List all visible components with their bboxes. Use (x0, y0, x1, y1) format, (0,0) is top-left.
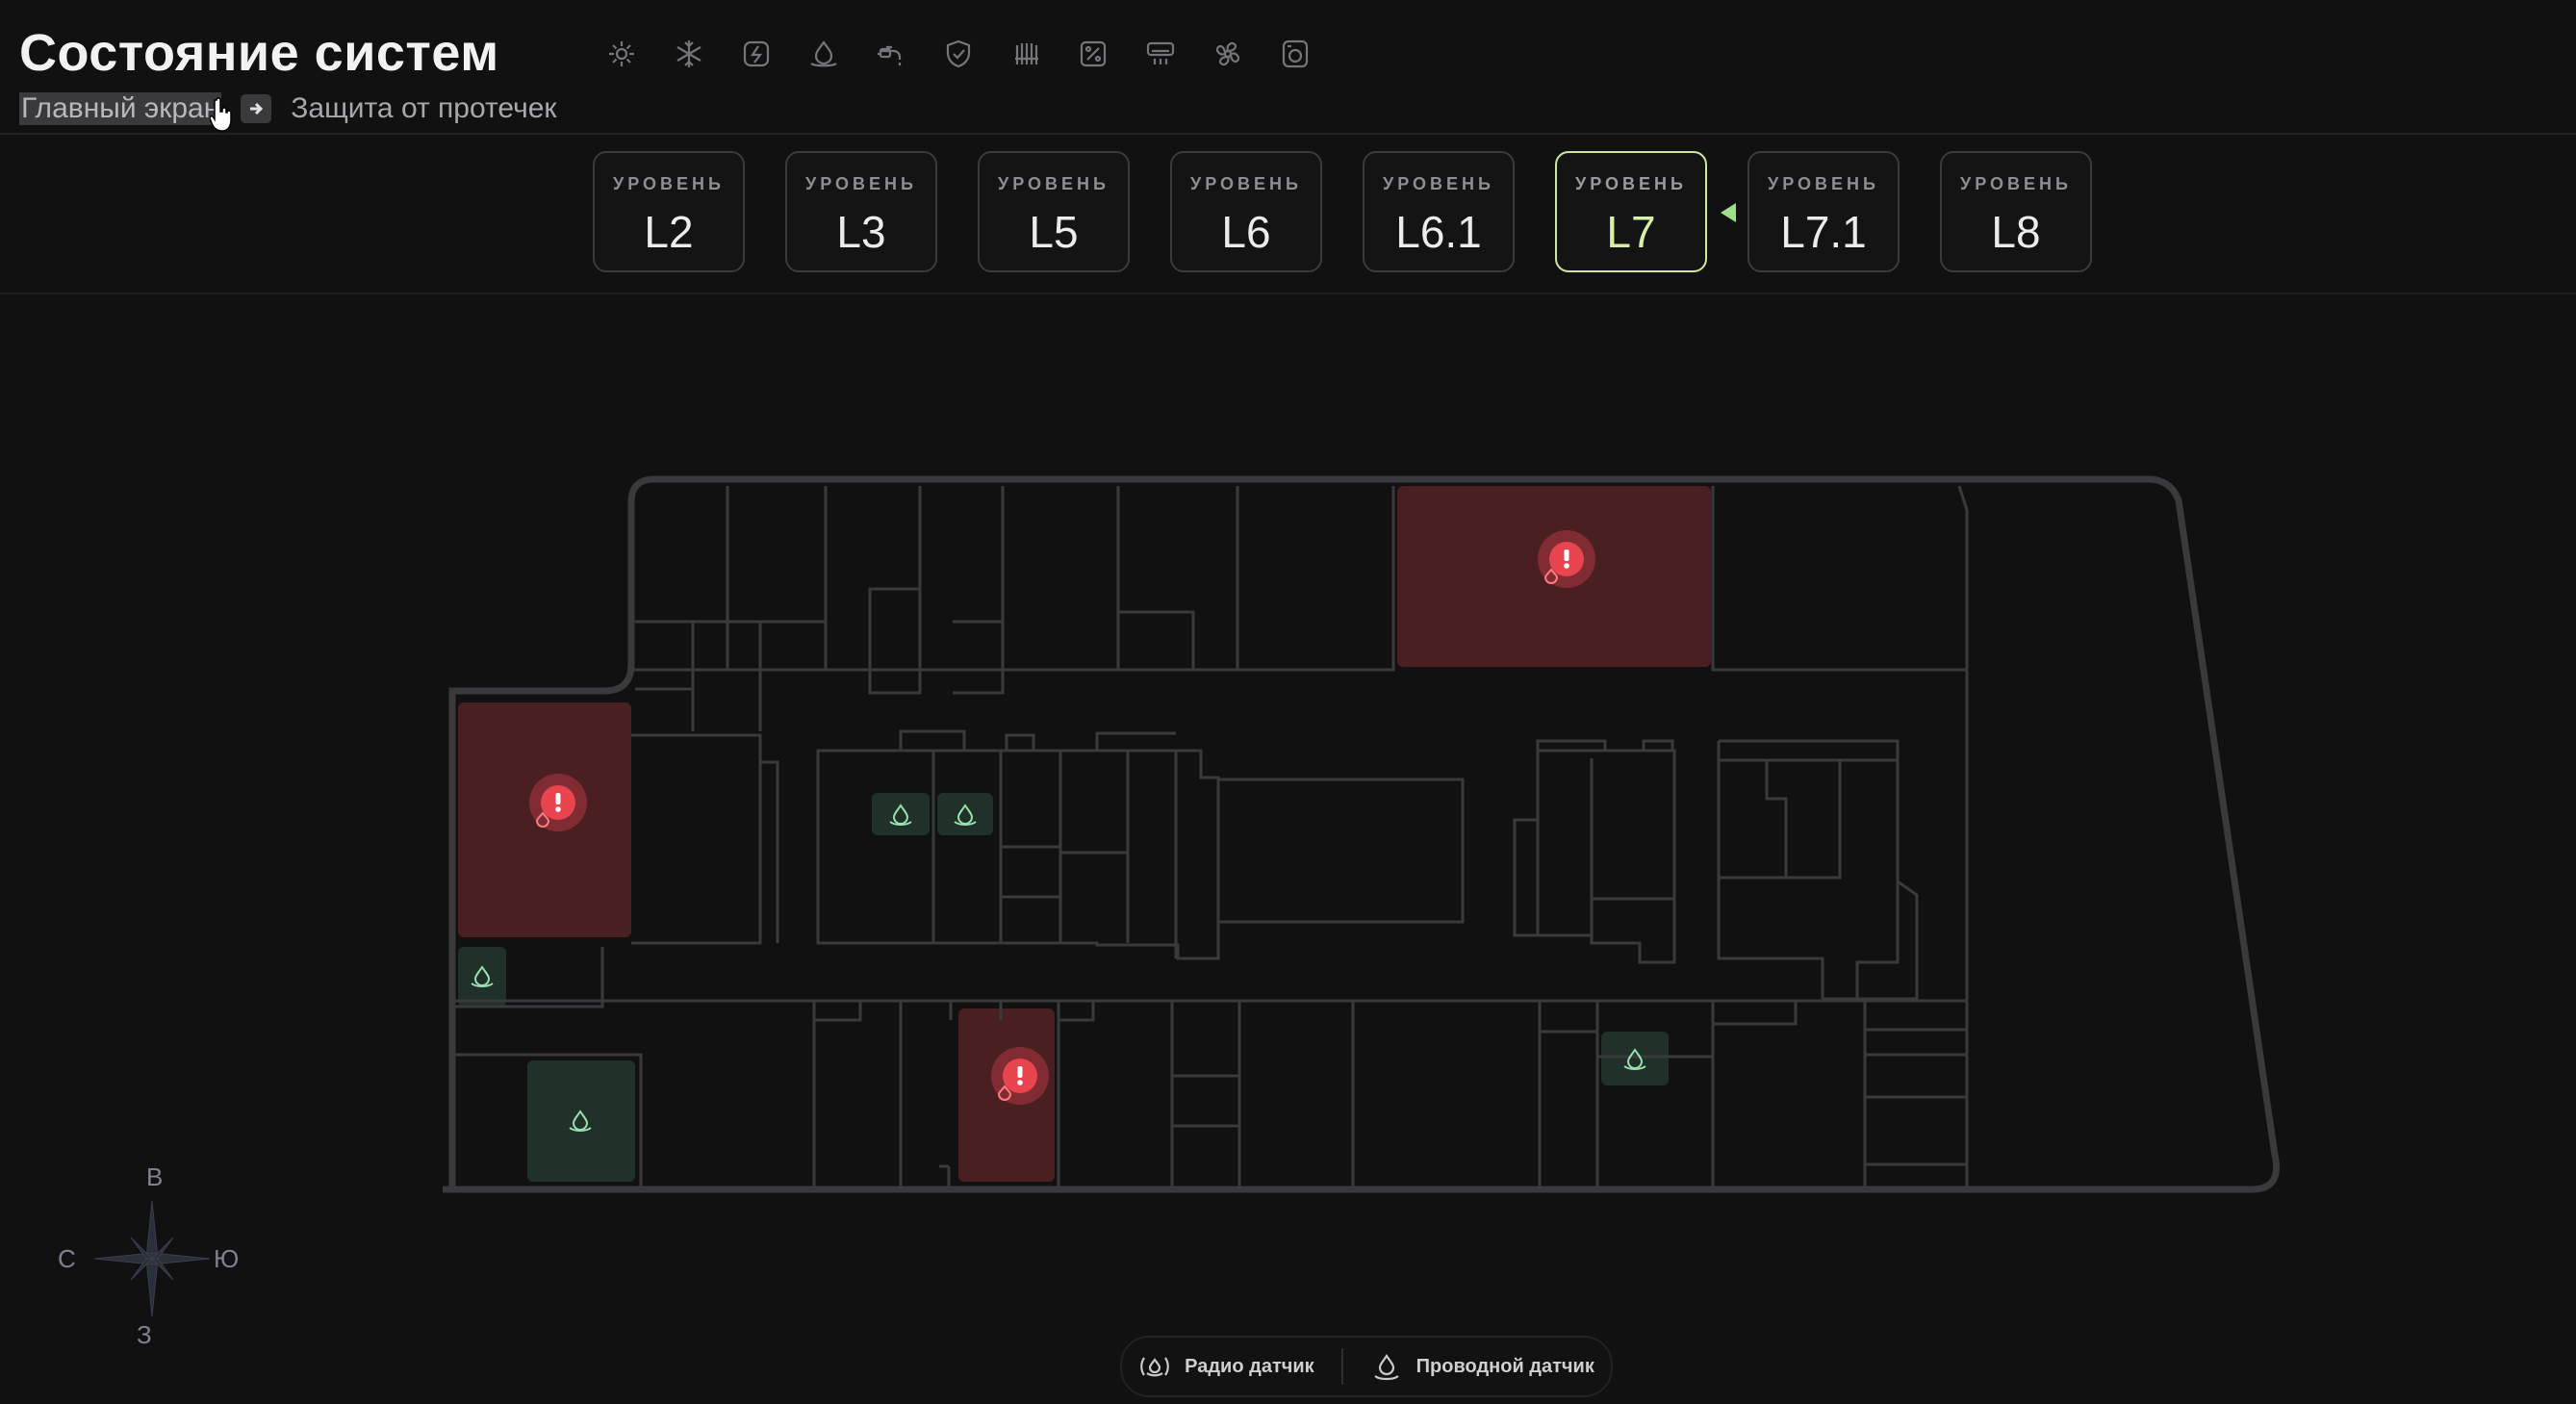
alert-sensor-north[interactable] (1537, 529, 1596, 589)
legend-divider (1340, 1348, 1343, 1385)
compass-west-label: З (137, 1320, 152, 1349)
compass-north-label: С (58, 1244, 76, 1273)
sensor-legend: Радио датчик Проводной датчик (1120, 1336, 1613, 1397)
radio-sensor-icon (1140, 1357, 1170, 1377)
interior-walls (452, 485, 1969, 1189)
legend-radio-label: Радио датчик (1185, 1355, 1314, 1377)
compass-east-label: В (146, 1162, 163, 1191)
room-ok-center-1[interactable] (872, 793, 930, 835)
legend-wired-label: Проводной датчик (1416, 1355, 1594, 1377)
legend-radio-sensor[interactable]: Радио датчик (1138, 1350, 1314, 1383)
floor-plan (443, 475, 2280, 1193)
compass-south-label: Ю (214, 1244, 239, 1273)
alert-sensor-west[interactable] (528, 773, 588, 832)
building-outline (443, 475, 2280, 1193)
room-ok-center-2[interactable] (937, 793, 993, 835)
room-ok-east[interactable] (1601, 1032, 1669, 1085)
compass: В З С Ю (56, 1162, 248, 1355)
alert-sensor-south[interactable] (990, 1046, 1050, 1106)
room-ok-southwest[interactable] (527, 1060, 635, 1182)
room-ok-west-small[interactable] (458, 947, 506, 1007)
legend-wired-sensor[interactable]: Проводной датчик (1370, 1350, 1594, 1383)
wired-sensor-icon (1373, 1354, 1399, 1381)
compass-rose-icon: В З С Ю (58, 1162, 239, 1349)
